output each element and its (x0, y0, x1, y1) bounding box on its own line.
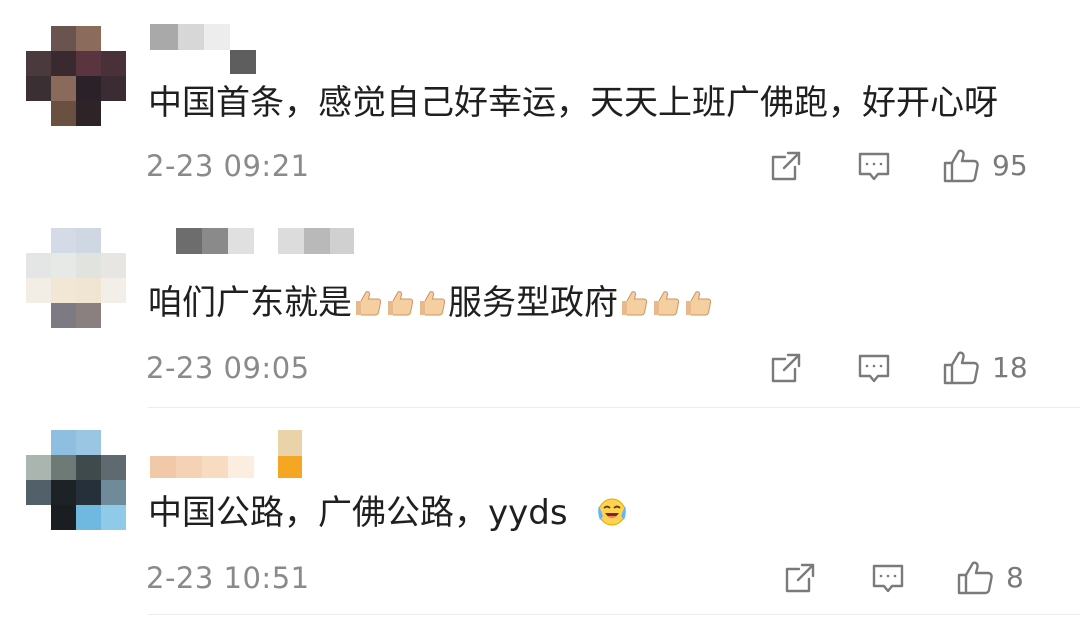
share-button[interactable] (782, 558, 818, 598)
username-blurred[interactable] (150, 430, 310, 480)
comment-timestamp: 2-23 10:51 (146, 561, 310, 595)
like-count: 8 (1006, 561, 1024, 594)
like-button[interactable]: 8 (956, 558, 1024, 598)
avatar[interactable] (26, 430, 126, 530)
comment-text: 中国公路，广佛公路，yyds (148, 490, 627, 536)
share-icon (782, 560, 818, 596)
comment-actions: 8 (782, 558, 1052, 598)
comment-text-part: 中国公路，广佛公路，yyds (148, 493, 568, 533)
thumbs-up-icon (956, 559, 994, 597)
reply-button[interactable] (870, 558, 906, 598)
comment-icon (870, 560, 906, 596)
comment-item: 中国公路，广佛公路，yyds 2-23 10:51 8 (0, 0, 1080, 618)
comment-divider (148, 614, 1080, 615)
laughing-crying-emoji-icon (596, 494, 626, 526)
